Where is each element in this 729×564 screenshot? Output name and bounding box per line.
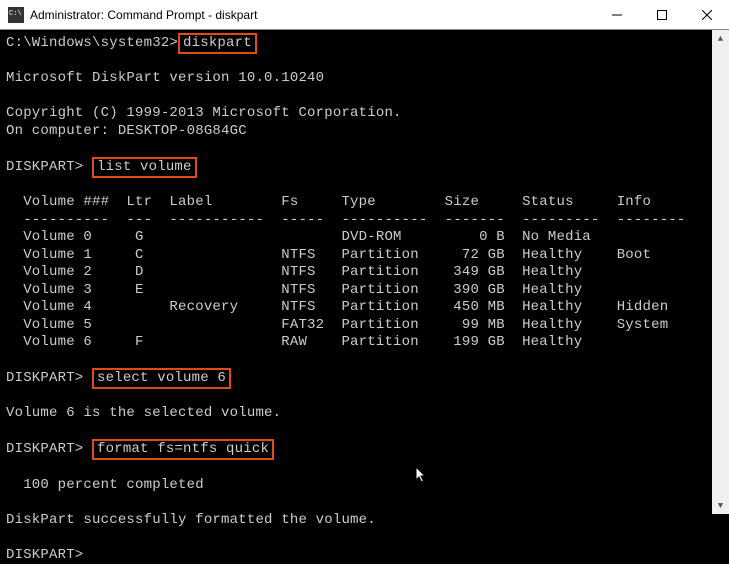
diskpart-prompt: DISKPART>	[6, 370, 92, 386]
cmd-icon	[8, 7, 24, 23]
terminal-output[interactable]: C:\Windows\system32>diskpart Microsoft D…	[0, 30, 729, 514]
table-row: Volume 6 F RAW Partition 199 GB Healthy	[6, 334, 582, 350]
copyright-text: Copyright (C) 1999-2013 Microsoft Corpor…	[6, 105, 402, 121]
computer-text: On computer: DESKTOP-08G84GC	[6, 123, 247, 139]
scroll-down-arrow[interactable]: ▼	[712, 497, 729, 514]
highlight-diskpart: diskpart	[178, 33, 257, 54]
selected-message: Volume 6 is the selected volume.	[6, 405, 281, 421]
table-row: Volume 0 G DVD-ROM 0 B No Media	[6, 229, 591, 245]
window-controls	[594, 0, 729, 29]
close-button[interactable]	[684, 0, 729, 29]
table-divider: ---------- --- ----------- ----- -------…	[6, 212, 686, 228]
scrollbar[interactable]: ▲ ▼	[712, 30, 729, 514]
diskpart-prompt: DISKPART>	[6, 159, 92, 175]
table-row: Volume 2 D NTFS Partition 349 GB Healthy	[6, 264, 582, 280]
table-header: Volume ### Ltr Label Fs Type Size Status…	[6, 194, 651, 210]
diskpart-prompt: DISKPART>	[6, 441, 92, 457]
scroll-up-arrow[interactable]: ▲	[712, 30, 729, 47]
window-title: Administrator: Command Prompt - diskpart	[30, 8, 594, 22]
success-text: DiskPart successfully formatted the volu…	[6, 512, 376, 528]
version-text: Microsoft DiskPart version 10.0.10240	[6, 70, 324, 86]
table-row: Volume 5 FAT32 Partition 99 MB Healthy S…	[6, 317, 668, 333]
progress-text: 100 percent completed	[6, 477, 204, 493]
minimize-button[interactable]	[594, 0, 639, 29]
table-row: Volume 1 C NTFS Partition 72 GB Healthy …	[6, 247, 651, 263]
highlight-list-volume: list volume	[92, 157, 197, 178]
maximize-button[interactable]	[639, 0, 684, 29]
titlebar: Administrator: Command Prompt - diskpart	[0, 0, 729, 30]
table-row: Volume 4 Recovery NTFS Partition 450 MB …	[6, 299, 668, 315]
highlight-format: format fs=ntfs quick	[92, 439, 274, 460]
highlight-select-volume: select volume 6	[92, 368, 231, 389]
prompt-path: C:\Windows\system32>	[6, 35, 178, 51]
scroll-track[interactable]	[712, 47, 729, 497]
table-row: Volume 3 E NTFS Partition 390 GB Healthy	[6, 282, 582, 298]
diskpart-prompt-final: DISKPART>	[6, 547, 92, 563]
